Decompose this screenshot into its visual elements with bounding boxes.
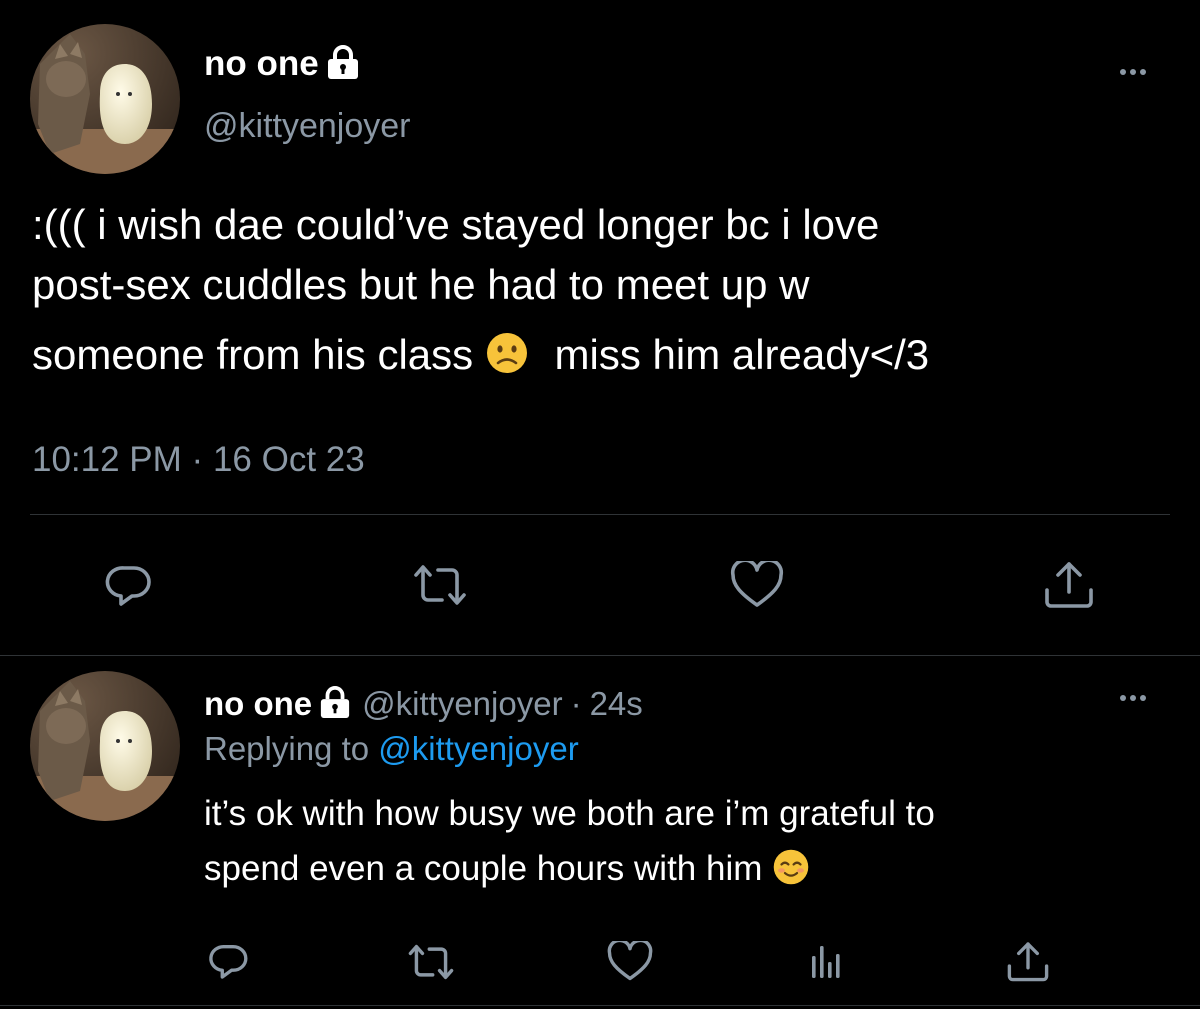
lock-icon <box>318 685 352 723</box>
smiling-face-emoji-icon <box>772 848 810 895</box>
tweet-text-segment: someone from his class <box>32 331 474 378</box>
replying-to: Replying to @kittyenjoyer <box>204 730 579 768</box>
user-handle[interactable]: @kittyenjoyer <box>362 685 562 723</box>
divider <box>0 655 1200 656</box>
tweet-text-line: post-sex cuddles but he had to meet up w <box>32 261 810 308</box>
user-handle[interactable]: @kittyenjoyer <box>204 107 410 146</box>
like-button[interactable] <box>730 561 784 609</box>
replying-to-handle-link[interactable]: @kittyenjoyer <box>378 730 578 767</box>
analytics-icon <box>812 946 840 978</box>
share-button[interactable] <box>1006 939 1050 983</box>
replying-to-label: Replying to <box>204 730 370 767</box>
reply-icon <box>209 945 248 979</box>
heart-icon <box>607 941 653 981</box>
tweet-age[interactable]: 24s <box>590 685 643 723</box>
retweet-button[interactable] <box>412 563 468 607</box>
tweet-text-segment: spend even a couple hours with him <box>204 849 763 888</box>
tweet-date: 16 Oct 23 <box>212 440 365 479</box>
tweet-time: 10:12 PM <box>32 440 182 479</box>
tweet-text-line: it’s ok with how busy we both are i’m gr… <box>204 794 935 833</box>
tweet-text-line: :((( i wish dae could’ve stayed longer b… <box>32 201 880 248</box>
divider <box>30 514 1170 515</box>
divider <box>0 1005 1200 1006</box>
timestamp-separator: · <box>191 440 204 479</box>
lock-icon <box>325 44 361 84</box>
display-name[interactable]: no one <box>204 44 319 84</box>
like-button[interactable] <box>607 941 653 982</box>
tweet-timestamp[interactable]: 10:12 PM · 16 Oct 23 <box>32 440 365 480</box>
retweet-icon <box>408 944 454 980</box>
reply-icon <box>105 566 151 606</box>
share-button[interactable] <box>1043 558 1095 610</box>
views-button[interactable] <box>806 942 846 982</box>
heart-icon <box>730 561 784 607</box>
more-options-icon[interactable] <box>1120 695 1146 701</box>
avatar[interactable] <box>30 24 180 174</box>
frowning-face-emoji-icon <box>485 331 529 385</box>
tweet-text-line: someone from his class miss him already<… <box>32 331 929 385</box>
meta-separator: · <box>570 685 582 722</box>
reply-button[interactable] <box>208 940 250 982</box>
reply-button[interactable] <box>104 560 154 610</box>
avatar[interactable] <box>30 671 180 821</box>
tweet-text-line: spend even a couple hours with him <box>204 848 810 895</box>
share-icon <box>1045 562 1093 608</box>
tweet-text-segment: miss him already</3 <box>554 331 930 378</box>
display-name[interactable]: no one <box>204 685 312 723</box>
retweet-button[interactable] <box>407 943 455 981</box>
more-options-icon[interactable] <box>1120 69 1146 75</box>
share-icon <box>1007 942 1049 982</box>
retweet-icon <box>414 565 466 605</box>
